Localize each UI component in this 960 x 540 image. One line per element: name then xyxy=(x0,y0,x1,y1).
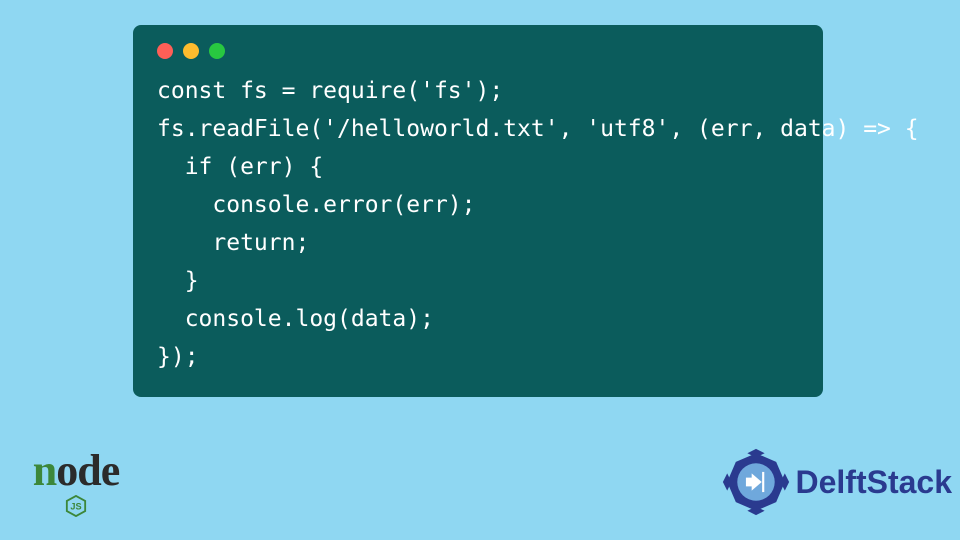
code-line: }); xyxy=(157,344,199,370)
nodejs-logo-text: node xyxy=(33,449,119,493)
close-icon xyxy=(157,43,173,59)
code-block: const fs = require('fs'); fs.readFile('/… xyxy=(157,73,799,377)
code-line: const fs = require('fs'); xyxy=(157,78,503,104)
code-line: if (err) { xyxy=(157,154,323,180)
code-line: console.error(err); xyxy=(157,192,476,218)
nodejs-logo: node JS xyxy=(6,445,146,520)
delftstack-logo: DelftStack xyxy=(720,446,953,518)
code-line: } xyxy=(157,268,199,294)
code-line: console.log(data); xyxy=(157,306,434,332)
delftstack-logo-text: DelftStack xyxy=(796,464,953,501)
nodejs-hexagon-icon: JS xyxy=(65,495,87,517)
code-line: return; xyxy=(157,230,309,256)
delftstack-badge-icon xyxy=(720,446,792,518)
window-traffic-lights xyxy=(157,43,799,59)
code-line: fs.readFile('/helloworld.txt', 'utf8', (… xyxy=(157,116,919,142)
minimize-icon xyxy=(183,43,199,59)
code-window: const fs = require('fs'); fs.readFile('/… xyxy=(133,25,823,397)
maximize-icon xyxy=(209,43,225,59)
svg-text:JS: JS xyxy=(70,501,81,511)
